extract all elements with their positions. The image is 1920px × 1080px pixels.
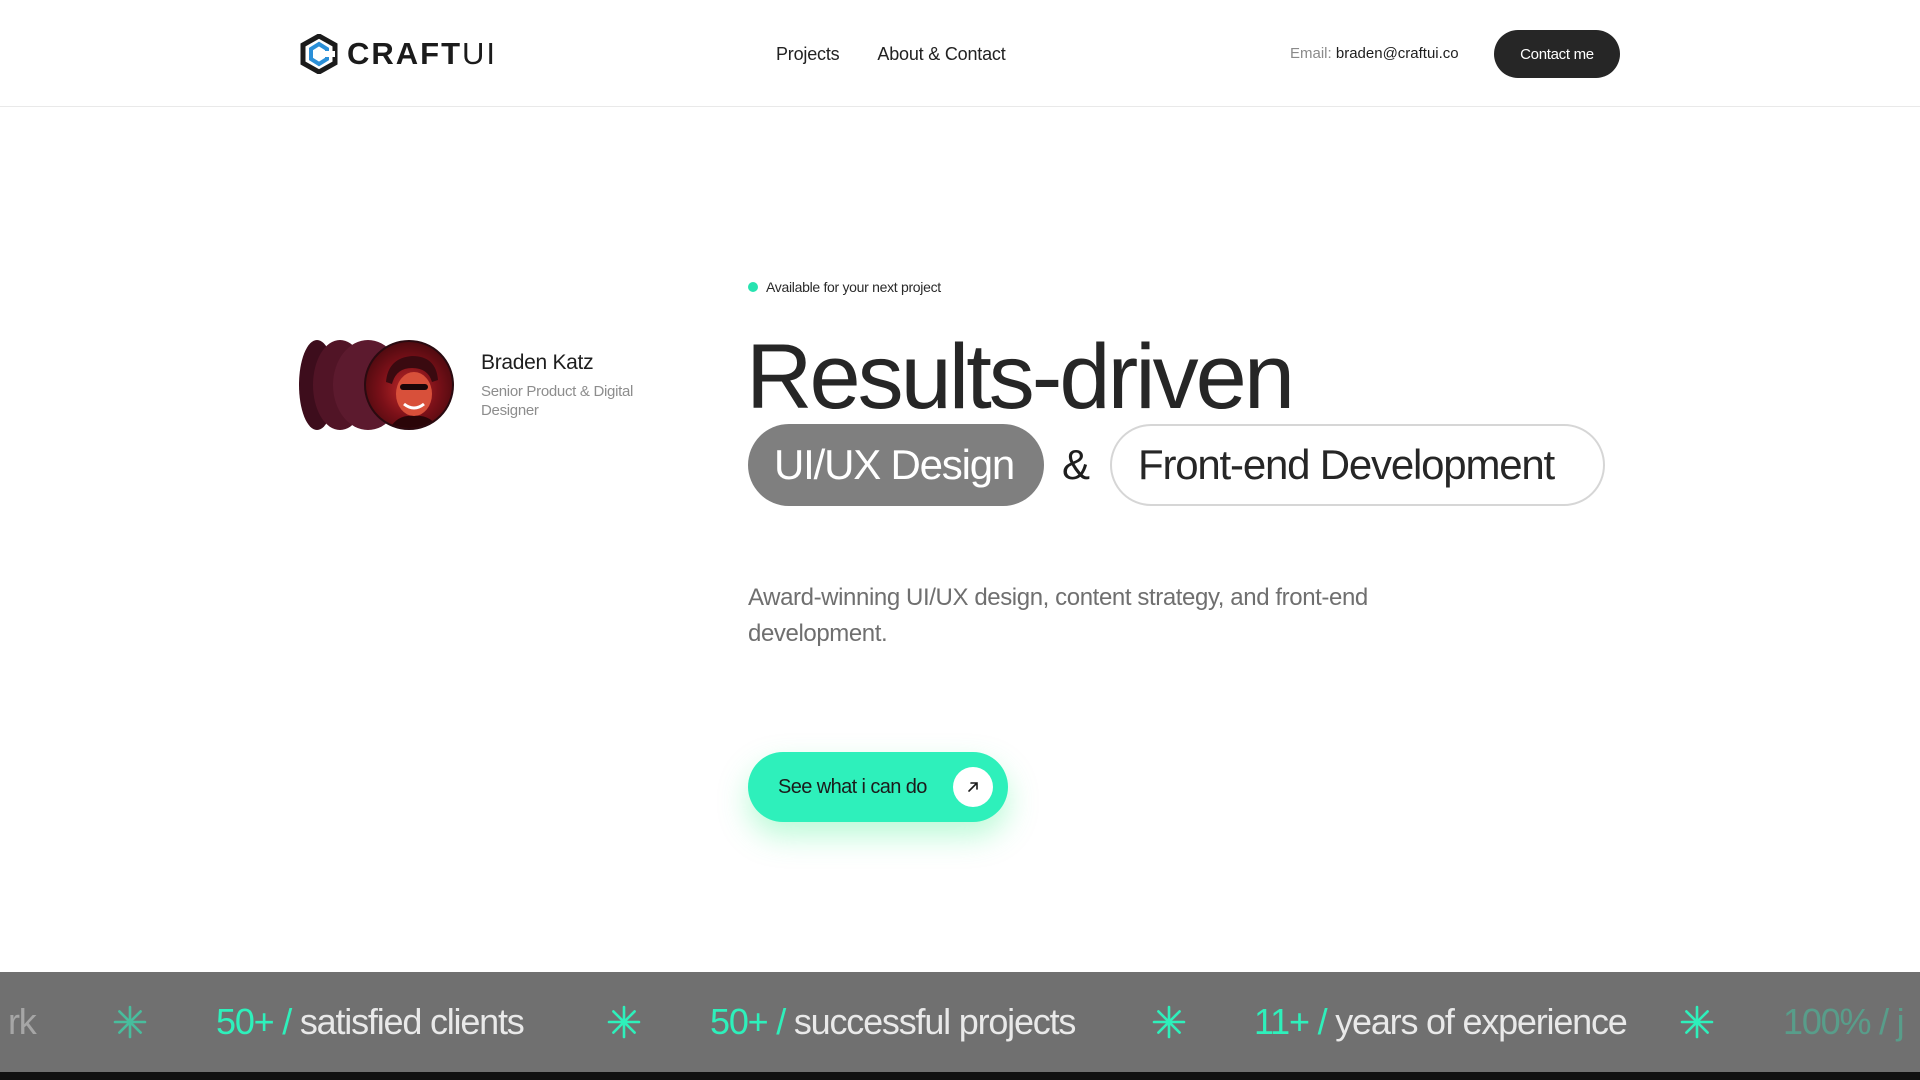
stat-item: 100% / j	[1783, 1001, 1905, 1042]
status-dot-icon	[748, 282, 758, 292]
nav-projects[interactable]: Projects	[776, 40, 840, 68]
arrow-up-right-icon	[953, 767, 993, 807]
service-pill-frontend: Front-end Development	[1110, 424, 1605, 506]
stat-item: 11+ / years of experience	[1254, 1001, 1628, 1042]
nav-about-contact[interactable]: About & Contact	[877, 40, 1005, 68]
see-what-i-can-do-button[interactable]: See what i can do	[748, 752, 1008, 822]
hero-description: Award-winning UI/UX design, content stra…	[748, 584, 1368, 647]
logo-wordmark: CRAFTUI	[347, 36, 498, 71]
ampersand: &	[1062, 441, 1091, 488]
profile-role: Senior Product & Digital Designer	[481, 383, 634, 419]
contact-me-button[interactable]: Contact me	[1494, 30, 1620, 78]
header-email: Email: braden@craftui.co	[1290, 42, 1459, 66]
asterisk-icon	[1680, 1005, 1714, 1039]
stats-marquee: rk 50+ / satisfied clients 50+ / success…	[0, 972, 1920, 1072]
logo-icon	[300, 34, 338, 74]
logo[interactable]: CRAFTUI	[299, 34, 497, 74]
site-header: CRAFTUI Projects About & Contact Email: …	[0, 0, 1920, 107]
asterisk-icon	[1152, 1005, 1186, 1039]
avatar-portrait-icon	[386, 356, 438, 428]
cta-label: See what i can do	[778, 775, 927, 798]
stat-item: 50+ / successful projects	[710, 1001, 1076, 1042]
asterisk-icon	[607, 1005, 641, 1039]
profile-card: Braden Katz Senior Product & Digital Des…	[299, 340, 659, 430]
email-link[interactable]: braden@craftui.co	[1336, 45, 1459, 62]
main-nav: Projects About & Contact	[776, 40, 1006, 68]
profile-name: Braden Katz	[481, 351, 594, 374]
email-label: Email:	[1290, 45, 1332, 62]
stat-item: 50+ / satisfied clients	[216, 1001, 525, 1042]
service-pill-uiux: UI/UX Design	[748, 424, 1044, 506]
stat-item: rk	[8, 1001, 37, 1042]
avatar	[364, 340, 454, 430]
availability-text: Available for your next project	[766, 279, 941, 295]
availability-badge: Available for your next project	[748, 279, 941, 295]
hero-headline: Results-driven	[746, 326, 1295, 428]
next-section-edge	[0, 1072, 1920, 1080]
asterisk-icon	[113, 1005, 147, 1039]
